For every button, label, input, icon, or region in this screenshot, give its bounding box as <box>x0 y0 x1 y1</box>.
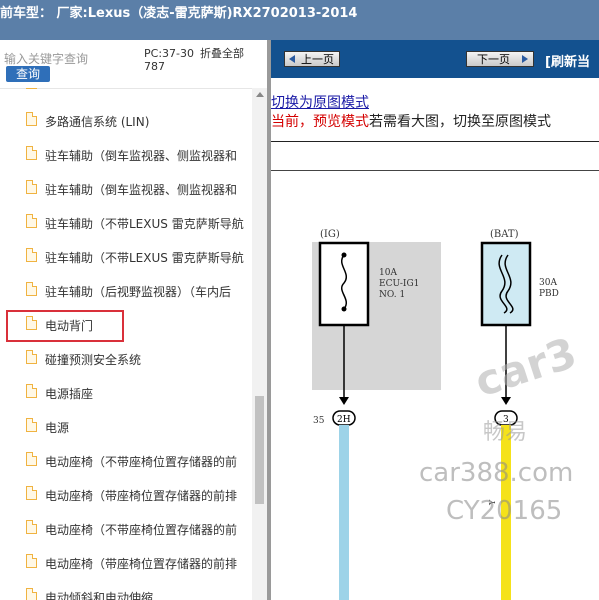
blue-wire <box>339 425 349 600</box>
document-icon <box>26 282 37 296</box>
tree-item-label: 驻车辅助（倒车监视器、侧监视器和 <box>45 149 238 163</box>
tree-item[interactable]: 驻车辅助（倒车监视器、侧监视器和 <box>0 173 252 205</box>
bat-label: (BAT) <box>490 229 519 240</box>
pc-code-label: PC:37-30787 <box>144 47 194 73</box>
tree-item-label: 驻车辅助（不带LEXUS 雷克萨斯导航 <box>45 217 244 231</box>
next-page-button[interactable]: 下一页 <box>466 51 534 67</box>
document-icon <box>26 418 37 432</box>
switch-original-link[interactable]: 切换为原图模式 <box>271 92 369 112</box>
tree-item-label: 电动座椅（不带座椅位置存储器的前 <box>45 455 238 469</box>
prev-page-label: 上一页 <box>301 53 334 66</box>
title-bar: 前车型： 厂家:Lexus（凌志-雷克萨斯)RX2702013-2014 <box>0 0 599 40</box>
fuse2-box <box>480 241 532 327</box>
tree-item[interactable]: 碰撞预测安全系统 <box>0 343 252 375</box>
query-button[interactable]: 查询 <box>6 66 50 82</box>
document-icon <box>26 486 37 500</box>
document-icon <box>26 588 37 600</box>
tree-item-label: 电动座椅（不带座椅位置存储器的前 <box>45 523 238 537</box>
document-icon <box>26 180 37 194</box>
selection-highlight <box>6 310 124 342</box>
tree-item-label: 驻车辅助（不带LEXUS 雷克萨斯导航 <box>45 251 244 265</box>
prev-page-button[interactable]: 上一页 <box>284 51 340 67</box>
tree-item-label: 电动倾斜和电动伸缩 <box>45 591 154 600</box>
left-panel: 查询 PC:37-30787 折叠全部 多路通信系统 (LIN) 驻车辅助（倒车… <box>0 40 267 600</box>
arrow-right-icon <box>522 55 528 63</box>
document-icon <box>26 214 37 228</box>
document-icon <box>26 146 37 160</box>
collapse-all-link[interactable]: 折叠全部 <box>200 47 244 60</box>
tree-item[interactable]: 电动座椅（带座椅位置存储器的前排 <box>0 547 252 579</box>
tree-item[interactable]: 多路通信系统 (LIN) <box>0 105 252 137</box>
mode-status: 当前，预览模式若需看大图，切换至原图模式 <box>271 111 551 131</box>
ig-label: (IG) <box>320 229 340 240</box>
tree-scrollbar[interactable] <box>252 88 267 600</box>
fuse1-terminal-top <box>341 252 347 258</box>
window-title: 前车型： 厂家:Lexus（凌志-雷克萨斯)RX2702013-2014 <box>0 6 358 21</box>
document-icon <box>26 520 37 534</box>
tree-item-label: 电动座椅（带座椅位置存储器的前排 <box>45 489 238 503</box>
tree-item[interactable]: 驻车辅助（不带LEXUS 雷克萨斯导航 <box>0 241 252 273</box>
category-tree: 多路通信系统 (LIN) 驻车辅助（倒车监视器、侧监视器和 驻车辅助（倒车监视器… <box>0 88 252 600</box>
connector1-label: 2H <box>337 415 351 425</box>
tree-item-label: 电源插座 <box>45 387 94 401</box>
document-icon <box>26 112 37 126</box>
tree-item-label: 驻车辅助（后视野监视器）（车内后 <box>45 285 232 299</box>
page-navbar: 上一页 下一页 [刷新当 <box>271 40 599 78</box>
tree-item[interactable]: 电动座椅（不带座椅位置存储器的前 <box>0 445 252 477</box>
divider <box>271 141 599 142</box>
tree-item[interactable]: 驻车辅助（后视野监视器）（车内后 <box>0 275 252 307</box>
tree-item-label: 驻车辅助（倒车监视器、侧监视器和 <box>45 183 238 197</box>
content-panel: 上一页 下一页 [刷新当 切换为原图模式 当前，预览模式若需看大图，切换至原图模… <box>271 40 599 600</box>
tree-item-label: 碰撞预测安全系统 <box>45 353 142 367</box>
tree-item[interactable]: 电动座椅（带座椅位置存储器的前排 <box>0 479 252 511</box>
refresh-link[interactable]: [刷新当 <box>545 51 590 70</box>
document-icon <box>26 248 37 262</box>
tree-item[interactable]: 驻车辅助（不带LEXUS 雷克萨斯导航 <box>0 207 252 239</box>
fuse2-amp: 30A <box>539 278 557 288</box>
watermark-id: CY20165 <box>446 496 562 526</box>
tree-item[interactable]: 电源 <box>0 411 252 443</box>
search-bar: 查询 PC:37-30787 折叠全部 <box>0 40 267 89</box>
document-icon <box>26 554 37 568</box>
tree-item-label: 电源 <box>45 421 70 435</box>
next-page-label: 下一页 <box>477 53 510 66</box>
fuse1-name2: NO. 1 <box>379 290 405 300</box>
watermark-changyi: 畅易 <box>483 420 527 445</box>
tree-item-label: 电动座椅（带座椅位置存储器的前排 <box>45 557 238 571</box>
scrollbar-thumb[interactable] <box>255 396 264 504</box>
document-icon <box>26 384 37 398</box>
tree-item[interactable]: 电动座椅（不带座椅位置存储器的前 <box>0 513 252 545</box>
fuse2-name: PBD <box>539 289 559 299</box>
fuse1-terminal-bottom <box>341 306 347 312</box>
document-icon <box>26 350 37 364</box>
watermark-site: car388.com <box>419 458 573 488</box>
tree-item-label: 多路通信系统 (LIN) <box>45 115 150 129</box>
document-icon <box>26 88 37 89</box>
arrow-left-icon <box>289 55 295 63</box>
tree-item[interactable]: 电动倾斜和电动伸缩 <box>0 581 252 600</box>
document-icon <box>26 452 37 466</box>
mode-hint: 若需看大图，切换至原图模式 <box>369 114 551 130</box>
fuse1-amp: 10A <box>379 268 397 278</box>
pin-number: 35 <box>313 416 325 426</box>
tree-item-partial[interactable] <box>0 88 252 100</box>
wiring-diagram[interactable]: (IG) 10A ECU-IG1 NO. 1 2H 35 (BAT) 30A P… <box>271 171 599 600</box>
scroll-up-arrow-icon[interactable] <box>252 88 267 100</box>
mode-current: 当前，预览模式 <box>271 114 369 130</box>
tree-item[interactable]: 驻车辅助（倒车监视器、侧监视器和 <box>0 139 252 171</box>
arrow-down-icon <box>339 397 349 405</box>
tree-item[interactable]: 电源插座 <box>0 377 252 409</box>
watermark-car3: car3 <box>469 328 582 406</box>
fuse1-name1: ECU-IG1 <box>379 279 419 289</box>
